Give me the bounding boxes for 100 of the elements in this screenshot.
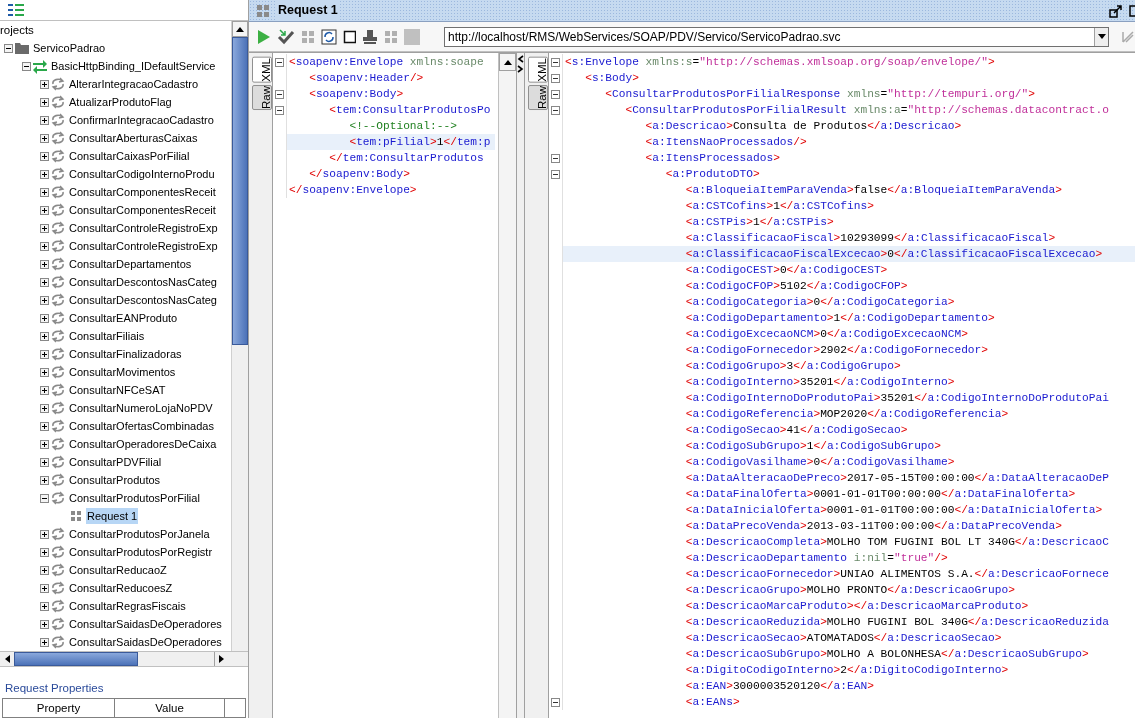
tree-item[interactable]: ConsultarEANProduto <box>68 310 179 327</box>
tree-item[interactable]: ConsultarMovimentos <box>68 364 177 381</box>
tree-item[interactable]: Request 1 <box>86 508 139 525</box>
tree-item[interactable]: ConsultarOfertasCombinadas <box>68 418 215 435</box>
tree-item[interactable]: BasicHttpBinding_IDefaultService <box>50 58 217 75</box>
collapse-icon[interactable] <box>275 57 284 67</box>
editor-tab[interactable]: Raw <box>528 84 548 110</box>
tree-item[interactable]: ConsultarComponentesReceit <box>68 202 217 219</box>
expand-icon[interactable] <box>40 439 49 449</box>
square-icon[interactable] <box>342 29 357 44</box>
expand-icon[interactable] <box>40 601 49 611</box>
expand-icon[interactable] <box>40 421 49 431</box>
check-icon[interactable] <box>276 28 295 45</box>
play-icon[interactable] <box>257 28 271 45</box>
scroll-up-button[interactable] <box>499 53 516 71</box>
expand-icon[interactable] <box>40 475 49 485</box>
tree-item[interactable]: ConsultarDescontosNasCateg <box>68 274 218 291</box>
tree-item[interactable]: ConsultarComponentesReceit <box>68 184 217 201</box>
expand-icon[interactable] <box>40 295 49 305</box>
tree-item[interactable]: ConsultarSaidasDeOperadores <box>68 634 223 651</box>
expand-icon[interactable] <box>40 457 49 467</box>
cycle-arrows-icon <box>50 526 66 543</box>
tree-item[interactable]: ConsultarProdutosPorRegistr <box>68 544 214 561</box>
collapse-icon[interactable] <box>4 43 13 53</box>
collapse-icon[interactable] <box>551 89 560 99</box>
stamp-icon[interactable] <box>362 28 379 45</box>
expand-icon[interactable] <box>40 259 49 269</box>
collapse-icon[interactable] <box>22 61 31 71</box>
collapse-icon[interactable] <box>275 89 284 99</box>
expand-icon[interactable] <box>40 403 49 413</box>
expand-icon[interactable] <box>40 277 49 287</box>
collapse-icon[interactable] <box>40 493 49 503</box>
editor-tab[interactable]: XML <box>528 57 548 83</box>
tree-item[interactable]: ConsultarDepartamentos <box>68 256 193 273</box>
expand-icon[interactable] <box>40 637 49 647</box>
expand-icon[interactable] <box>40 169 49 179</box>
scrollbar-thumb[interactable] <box>232 37 248 346</box>
tree-item[interactable]: ConsultarNFCeSAT <box>68 382 167 399</box>
dropdown-arrow-icon[interactable] <box>1097 34 1106 39</box>
tree-item[interactable]: ConsultarFinalizadoras <box>68 346 183 363</box>
tree-item[interactable]: ConsultarCodigoInternoProdu <box>68 166 216 183</box>
tree-item[interactable]: AlterarIntegracaoCadastro <box>68 76 199 93</box>
tree-item[interactable]: ServicoPadrao <box>32 40 107 57</box>
tree-item[interactable]: AtualizarProdutoFlag <box>68 94 173 111</box>
caret-left-icon <box>4 654 10 663</box>
expand-icon[interactable] <box>40 547 49 557</box>
expand-icon[interactable] <box>40 367 49 377</box>
collapse-icon[interactable] <box>551 105 560 115</box>
expand-icon[interactable] <box>40 133 49 143</box>
expand-icon[interactable] <box>40 313 49 323</box>
expand-icon[interactable] <box>40 205 49 215</box>
scrollbar-thumb[interactable] <box>14 652 138 666</box>
tree-view-icon[interactable] <box>8 4 24 17</box>
expand-icon[interactable] <box>40 331 49 341</box>
expand-icon[interactable] <box>40 385 49 395</box>
collapse-icon[interactable] <box>551 153 560 163</box>
expand-icon[interactable] <box>40 223 49 233</box>
tree-item[interactable]: ConsultarOperadoresDeCaixa <box>68 436 218 453</box>
tree-item[interactable]: ConsultarNumeroLojaNoPDV <box>68 400 214 417</box>
expand-icon[interactable] <box>40 97 49 107</box>
tree-item[interactable]: ConsultarControleRegistroExp <box>68 220 219 237</box>
restore-icon[interactable] <box>1109 3 1123 18</box>
tree-item[interactable]: ConfirmarIntegracaoCadastro <box>68 112 215 129</box>
tree-item[interactable]: ConsultarPDVFilial <box>68 454 163 471</box>
expand-icon[interactable] <box>40 151 49 161</box>
expand-icon[interactable] <box>40 349 49 359</box>
tree-item[interactable]: ConsultarProdutos <box>68 472 162 489</box>
maximize-icon[interactable] <box>1129 3 1135 18</box>
tree-item[interactable]: ConsultarProdutosPorFilial <box>68 490 201 507</box>
tree-item[interactable]: ConsultarDescontosNasCateg <box>68 292 218 309</box>
expand-icon[interactable] <box>40 79 49 89</box>
expand-icon[interactable] <box>40 565 49 575</box>
tree-item[interactable]: ConsultarAberturasCaixas <box>68 130 199 147</box>
expand-icon[interactable] <box>40 583 49 593</box>
tree-item[interactable]: ConsultarReducaoZ <box>68 562 168 579</box>
scroll-up-button[interactable] <box>232 21 248 38</box>
collapse-icon[interactable] <box>551 73 560 83</box>
collapse-icon[interactable] <box>551 697 560 707</box>
tree-item[interactable]: ConsultarControleRegistroExp <box>68 238 219 255</box>
editor-tab[interactable]: Raw <box>252 84 272 110</box>
tree-item[interactable]: ConsultarReducoesZ <box>68 580 174 597</box>
tree-item[interactable]: ConsultarRegrasFiscais <box>68 598 187 615</box>
expand-icon[interactable] <box>40 187 49 197</box>
cycle-arrows-icon <box>50 256 66 273</box>
collapse-icon[interactable] <box>551 169 560 179</box>
cycle-arrows-icon <box>50 94 66 111</box>
tree-item[interactable]: ConsultarCaixasPorFilial <box>68 148 191 165</box>
expand-icon[interactable] <box>40 115 49 125</box>
tree-item[interactable]: ConsultarSaidasDeOperadores <box>68 616 223 633</box>
expand-icon[interactable] <box>40 241 49 251</box>
expand-icon[interactable] <box>40 619 49 629</box>
collapse-icon[interactable] <box>275 105 284 115</box>
tree-item[interactable]: ConsultarFiliais <box>68 328 146 345</box>
splitter-arrows-icon[interactable] <box>517 55 524 73</box>
editor-tab[interactable]: XML <box>252 57 272 83</box>
cycle-arrows-icon <box>50 166 66 183</box>
expand-icon[interactable] <box>40 529 49 539</box>
tree-item[interactable]: ConsultarProdutosPorJanela <box>68 526 211 543</box>
collapse-icon[interactable] <box>551 57 560 67</box>
refresh-icon[interactable] <box>320 28 337 45</box>
